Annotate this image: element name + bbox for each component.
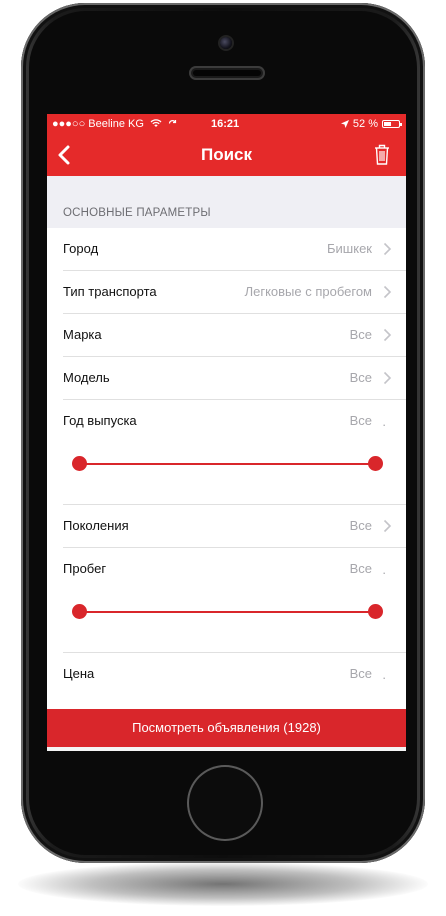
section-header: ОСНОВНЫЕ ПАРАМЕТРЫ [63, 207, 211, 219]
filter-row-mileage: Пробег Все . [63, 548, 406, 653]
filter-row-brand[interactable]: Марка Все [63, 314, 406, 357]
row-value: Все [349, 327, 372, 342]
sync-icon [168, 120, 177, 124]
page-title: Поиск [200, 145, 253, 164]
clock: 16:21 [211, 118, 240, 130]
chevron-right-icon [383, 242, 392, 256]
front-camera [220, 37, 232, 49]
row-value: Бишкек [327, 241, 372, 256]
row-value: Все [349, 413, 372, 428]
slider-max-handle[interactable] [368, 604, 383, 619]
row-value: Все [349, 370, 372, 385]
trash-icon[interactable] [372, 142, 392, 166]
row-value: Все [349, 666, 372, 681]
row-trail: . [382, 562, 386, 577]
row-value: Все [349, 518, 372, 533]
section-background [47, 176, 406, 228]
filter-row-city[interactable]: Город Бишкек [63, 228, 406, 271]
slider-track [79, 463, 376, 465]
row-label: Модель [63, 370, 110, 385]
phone-shadow [18, 862, 428, 906]
carrier-label: ●●●○○ Beeline KG [52, 118, 177, 130]
row-value: Легковые с пробегом [244, 284, 372, 299]
slider-min-handle[interactable] [72, 604, 87, 619]
battery-percent: 52 % [352, 118, 378, 130]
app-screen: ●●●○○ Beeline KG 16:21 52 % Поиск ОСНОВН… [47, 114, 406, 751]
status-right: 52 % [340, 118, 402, 130]
carrier-text: ●●●○○ Beeline KG [52, 118, 144, 130]
status-bar: ●●●○○ Beeline KG 16:21 52 % [47, 114, 406, 134]
chevron-right-icon [383, 371, 392, 385]
row-label: Марка [63, 327, 102, 342]
chevron-right-icon [383, 285, 392, 299]
wifi-icon [150, 119, 162, 127]
row-label: Год выпуска [63, 413, 137, 428]
row-label: Тип транспорта [63, 284, 157, 299]
row-trail: . [382, 667, 386, 682]
chevron-right-icon [383, 328, 392, 342]
chevron-right-icon [383, 519, 392, 533]
battery-icon [382, 120, 402, 128]
slider-min-handle[interactable] [72, 456, 87, 471]
row-trail: . [382, 414, 386, 429]
location-arrow-icon [340, 120, 349, 128]
filter-row-generation[interactable]: Поколения Все [63, 505, 406, 548]
row-value: Все [349, 561, 372, 576]
row-label: Цена [63, 666, 95, 681]
filter-row-year: Год выпуска Все . [63, 400, 406, 505]
filter-row-model[interactable]: Модель Все [63, 357, 406, 400]
filter-row-transport[interactable]: Тип транспорта Легковые с пробегом [63, 271, 406, 314]
earpiece-speaker [189, 66, 265, 80]
show-listings-button[interactable]: Посмотреть объявления (1928) [47, 709, 406, 747]
row-label: Поколения [63, 518, 129, 533]
mileage-range-slider [63, 604, 390, 620]
home-button[interactable] [187, 765, 263, 841]
filter-list: Город Бишкек Тип транспорта Легковые с п… [47, 228, 406, 695]
bottom-strip [47, 747, 406, 751]
row-label: Пробег [63, 561, 107, 576]
slider-track [79, 611, 376, 613]
row-label: Город [63, 241, 99, 256]
slider-max-handle[interactable] [368, 456, 383, 471]
year-range-slider [63, 456, 390, 472]
filter-row-price[interactable]: Цена Все . [63, 653, 406, 695]
nav-bar: Поиск [47, 134, 406, 176]
